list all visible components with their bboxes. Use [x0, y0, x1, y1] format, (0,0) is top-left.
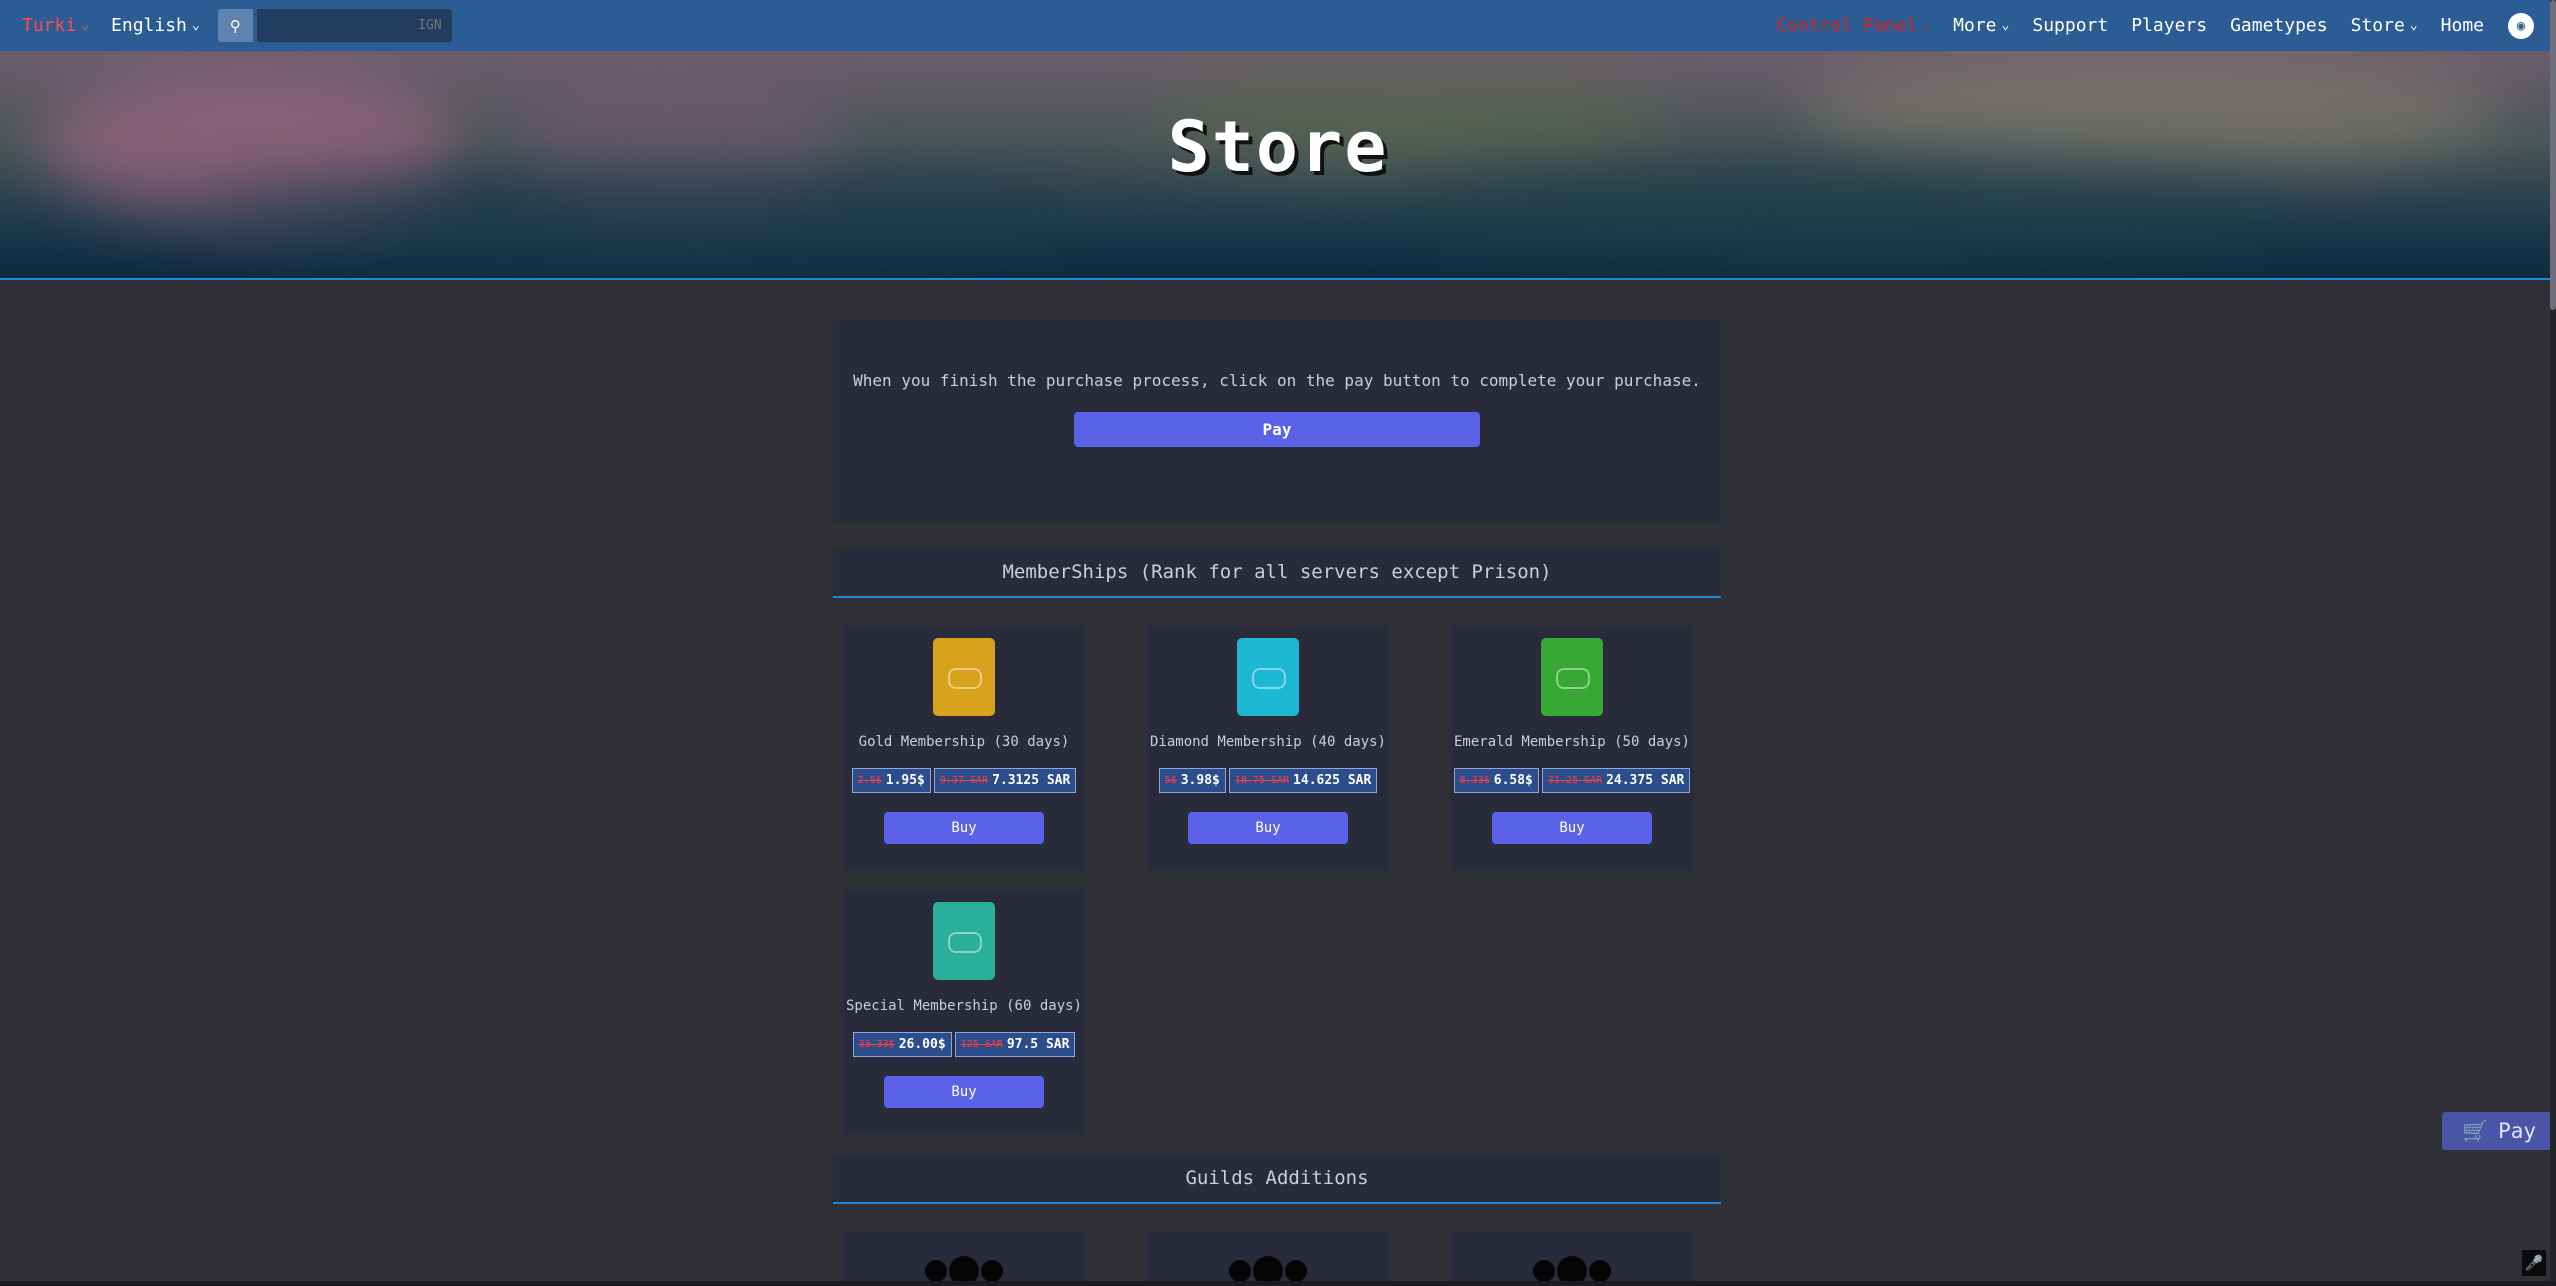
- guild-card: [1451, 1232, 1693, 1286]
- guild-card: [1147, 1232, 1389, 1286]
- nav-support-label: Support: [2032, 15, 2109, 36]
- pay-button[interactable]: Pay: [1074, 412, 1480, 447]
- membership-card-diamond: Diamond Membership (40 days) 5$ 3.98$ 18.…: [1147, 626, 1389, 870]
- membership-card-emerald: Emerald Membership (50 days) 8.33$ 6.58$ …: [1451, 626, 1693, 870]
- price-tags: 8.33$ 6.58$ 31.25 SAR 24.375 SAR: [1453, 768, 1691, 793]
- buy-button[interactable]: Buy: [884, 1076, 1044, 1108]
- price-usd: 33.33$ 26.00$: [852, 1032, 952, 1057]
- price-tags: 33.33$ 26.00$ 125 SAR 97.5 SAR: [852, 1032, 1076, 1057]
- scrollbar-thumb[interactable]: [2550, 0, 2556, 310]
- nav-home[interactable]: Home: [2441, 15, 2484, 36]
- cart-icon: 🛒: [2461, 1118, 2489, 1143]
- nav-players-label: Players: [2131, 15, 2208, 36]
- price-tags: 5$ 3.98$ 18.75 SAR 14.625 SAR: [1158, 768, 1378, 793]
- membership-name: Gold Membership (30 days): [858, 734, 1070, 750]
- discord-icon[interactable]: ◉: [2508, 12, 2534, 39]
- nav-gametypes[interactable]: Gametypes: [2230, 15, 2328, 36]
- nav-store[interactable]: Store ⌄: [2351, 15, 2418, 36]
- guilds-grid: [833, 1204, 1721, 1286]
- buy-button[interactable]: Buy: [1492, 812, 1652, 844]
- floating-pay-button[interactable]: 🛒 Pay: [2442, 1112, 2556, 1150]
- nav-more[interactable]: More ⌄: [1953, 15, 2009, 36]
- membership-card-image: [1541, 638, 1603, 716]
- membership-card-special: Special Membership (60 days) 33.33$ 26.00…: [843, 890, 1085, 1134]
- nav-language-label: English: [111, 15, 187, 36]
- chevron-down-icon: ⌄: [1922, 18, 1931, 33]
- nav-user-label: Turki: [22, 15, 77, 36]
- store-content: When you finish the purchase process, cl…: [833, 319, 1721, 1286]
- page-scrollbar[interactable]: [2550, 0, 2556, 1286]
- nav-players[interactable]: Players: [2131, 15, 2207, 36]
- pay-panel: When you finish the purchase process, cl…: [833, 319, 1721, 522]
- membership-card-image: [933, 638, 995, 716]
- membership-name: Special Membership (60 days): [845, 998, 1082, 1014]
- nav-home-label: Home: [2440, 15, 2484, 36]
- search-icon: ⚲: [229, 16, 241, 35]
- memberships-heading: MemberShips (Rank for all servers except…: [833, 548, 1721, 598]
- membership-name: Emerald Membership (50 days): [1453, 734, 1690, 750]
- nav-more-label: More: [1953, 15, 1997, 36]
- search-button[interactable]: ⚲: [217, 9, 253, 42]
- price-sar: 125 SAR 97.5 SAR: [954, 1032, 1076, 1057]
- nav-control-panel-label: Control Panel: [1776, 15, 1918, 36]
- top-navbar: Turki ⌄ English ⌄ ⚲ Control Panel ⌄ More…: [0, 0, 2556, 51]
- nav-support[interactable]: Support: [2032, 15, 2108, 36]
- price-usd: 5$ 3.98$: [1158, 768, 1226, 793]
- nav-right: Control Panel ⌄ More ⌄ Support Players G…: [1753, 12, 2534, 39]
- price-sar: 31.25 SAR 24.375 SAR: [1541, 768, 1691, 793]
- chevron-down-icon: ⌄: [191, 18, 200, 33]
- nav-control-panel[interactable]: Control Panel ⌄: [1776, 15, 1930, 36]
- chevron-down-icon: ⌄: [81, 18, 90, 33]
- hero-banner: Store: [0, 51, 2556, 280]
- microphone-icon[interactable]: 🎤: [2522, 1250, 2546, 1276]
- nav-store-label: Store: [2350, 15, 2405, 36]
- price-tags: 2.5$ 1.95$ 9.37 SAR 7.3125 SAR: [851, 768, 1077, 793]
- nav-left: Turki ⌄ English ⌄ ⚲: [22, 9, 452, 42]
- pay-instructions: When you finish the purchase process, cl…: [853, 371, 1701, 390]
- nav-user-dropdown[interactable]: Turki ⌄: [22, 15, 89, 36]
- guild-card: [843, 1232, 1085, 1286]
- page-title: Store: [1167, 106, 1389, 188]
- chevron-down-icon: ⌄: [2001, 18, 2010, 33]
- price-usd: 2.5$ 1.95$: [851, 768, 931, 793]
- membership-card-gold: Gold Membership (30 days) 2.5$ 1.95$ 9.37…: [843, 626, 1085, 870]
- membership-card-image: [1237, 638, 1299, 716]
- guilds-heading: Guilds Additions: [833, 1154, 1721, 1204]
- bottom-strip: [0, 1281, 2556, 1286]
- buy-button[interactable]: Buy: [1188, 812, 1348, 844]
- membership-card-image: [933, 902, 995, 980]
- memberships-grid: Gold Membership (30 days) 2.5$ 1.95$ 9.37…: [833, 598, 1721, 1158]
- nav-gametypes-label: Gametypes: [2230, 15, 2328, 36]
- price-sar: 9.37 SAR 7.3125 SAR: [933, 768, 1077, 793]
- buy-button[interactable]: Buy: [884, 812, 1044, 844]
- price-usd: 8.33$ 6.58$: [1453, 768, 1539, 793]
- search-input[interactable]: [256, 9, 452, 42]
- price-sar: 18.75 SAR 14.625 SAR: [1228, 768, 1378, 793]
- floating-pay-label: Pay: [2498, 1119, 2537, 1143]
- nav-language-dropdown[interactable]: English ⌄: [111, 15, 200, 36]
- membership-name: Diamond Membership (40 days): [1149, 734, 1386, 750]
- chevron-down-icon: ⌄: [2409, 18, 2418, 33]
